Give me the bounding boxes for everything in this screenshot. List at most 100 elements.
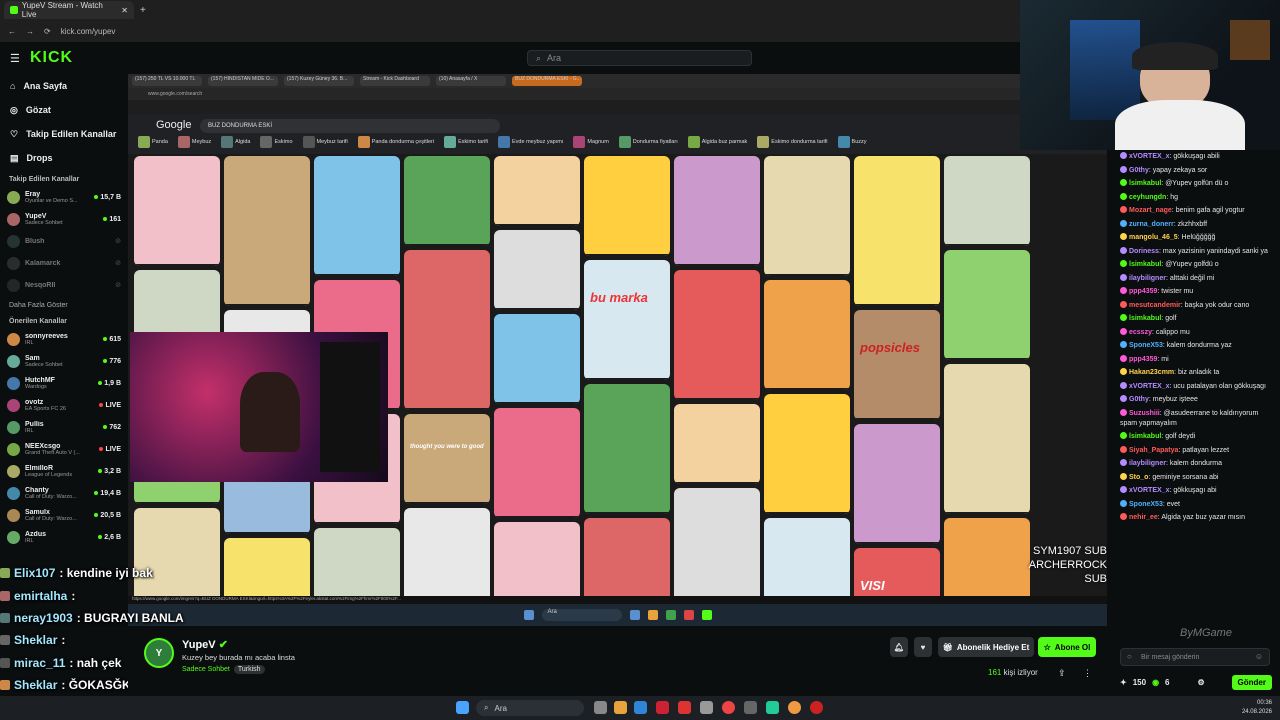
taskbar-search[interactable]: ⌕ Ara	[476, 700, 584, 716]
reload-icon[interactable]: ⟳	[44, 27, 51, 36]
image-result[interactable]	[764, 156, 850, 276]
task-view-icon[interactable]	[594, 701, 607, 714]
forward-icon[interactable]: →	[26, 27, 34, 36]
app-icon[interactable]	[678, 701, 691, 714]
new-tab-icon[interactable]: +	[140, 5, 146, 16]
address-bar[interactable]: kick.com/yupev	[61, 27, 116, 36]
more-icon[interactable]: ⋮	[1083, 668, 1092, 679]
back-icon[interactable]: ←	[8, 27, 16, 36]
chat-username[interactable]: xVORTEX_x	[1129, 153, 1169, 160]
notification-bell-icon[interactable]: 🔔︎	[890, 637, 908, 657]
browser-tab[interactable]: YupeV Stream - Watch Live ✕	[4, 1, 134, 19]
menu-icon[interactable]: ☰	[10, 52, 20, 65]
close-tab-icon[interactable]: ✕	[121, 6, 128, 15]
streamer-avatar[interactable]: Y	[144, 638, 174, 668]
sidebar-channel[interactable]: Chanty Call of Duty: Warzo... 19,4 B	[0, 482, 128, 504]
category-link[interactable]: Sadece Sohbet	[182, 666, 230, 673]
gift-subscription-button[interactable]: 🎁︎ Abonelik Hediye Et	[938, 637, 1034, 657]
chat-settings-gear-icon[interactable]: ⚙	[1198, 678, 1205, 687]
image-result[interactable]	[674, 156, 760, 266]
app-icon[interactable]	[810, 701, 823, 714]
emoji-icon[interactable]: ☺	[1255, 652, 1263, 661]
chat-username[interactable]: mangolu_46_5	[1129, 234, 1178, 241]
chat-username[interactable]: zurna_donerr	[1129, 221, 1174, 228]
chat-username[interactable]: lsimkabul	[1129, 315, 1161, 322]
chat-username[interactable]: nehir_ee	[1129, 514, 1158, 521]
sidebar-channel[interactable]: ovotz EA Sports FC 26 LIVE	[0, 394, 128, 416]
chat-username[interactable]: ppp4359	[1129, 288, 1157, 295]
image-result[interactable]	[764, 280, 850, 390]
chat-settings-icon[interactable]: ○	[1127, 652, 1132, 661]
chat-username[interactable]: ceyhungdn	[1129, 194, 1166, 201]
sidebar-channel[interactable]: HutchMF Wardogs 1,9 B	[0, 372, 128, 394]
chat-username[interactable]: Sto_o	[1129, 474, 1148, 481]
image-result[interactable]	[764, 518, 850, 596]
chat-username[interactable]: lsimkabul	[1129, 261, 1161, 268]
image-result[interactable]	[944, 250, 1030, 360]
image-result[interactable]	[494, 522, 580, 596]
app-icon[interactable]	[700, 701, 713, 714]
chrome-icon[interactable]	[788, 701, 801, 714]
chat-username[interactable]: xVORTEX_x	[1129, 383, 1169, 390]
search-input[interactable]: ⌕ Ara	[527, 50, 752, 66]
chat-input[interactable]: ○ Bir mesaj gönderin ☺	[1120, 648, 1270, 666]
taskbar-clock[interactable]: 00:36 24.08.2026	[1242, 699, 1272, 717]
edge-icon[interactable]	[634, 701, 647, 714]
image-result[interactable]	[854, 424, 940, 544]
sidebar-channel[interactable]: NEEXcsgo Grand Theft Auto V (... LIVE	[0, 438, 128, 460]
follow-heart-icon[interactable]: ♥	[914, 637, 932, 657]
chat-username[interactable]: lsimkabul	[1129, 180, 1161, 187]
image-result[interactable]	[674, 270, 760, 400]
image-result[interactable]	[224, 538, 310, 596]
image-result[interactable]	[494, 230, 580, 310]
image-result[interactable]	[404, 508, 490, 596]
image-result[interactable]	[944, 364, 1030, 514]
image-result[interactable]	[944, 156, 1030, 246]
image-result[interactable]	[764, 394, 850, 514]
nav-drops[interactable]: ▤ Drops	[0, 146, 128, 170]
sidebar-channel[interactable]: YupeV Sadece Sohbet 161	[0, 208, 128, 230]
sidebar-channel[interactable]: Sam Sadece Sohbet 776	[0, 350, 128, 372]
send-button[interactable]: Gönder	[1231, 674, 1272, 690]
chat-username[interactable]: ilaybiligner	[1129, 460, 1166, 467]
app-icon[interactable]	[766, 701, 779, 714]
image-result[interactable]	[134, 508, 220, 596]
image-result[interactable]	[404, 156, 490, 246]
app-icon[interactable]	[744, 701, 757, 714]
image-result[interactable]	[314, 156, 400, 276]
chat-username[interactable]: Suzushiii	[1129, 410, 1160, 417]
chat-username[interactable]: ilaybiligner	[1129, 275, 1166, 282]
video-player[interactable]: (157) 250 TL VS 10.000 TL (157) HİNDİSTAN…	[128, 74, 1107, 626]
show-more-link[interactable]: Daha Fazla Göster	[0, 296, 128, 312]
nav-home[interactable]: ⌂ Ana Sayfa	[0, 74, 128, 98]
sidebar-channel[interactable]: Azdus IRL 2,6 B	[0, 526, 128, 548]
image-result[interactable]	[494, 156, 580, 226]
chat-username[interactable]: SponeX53	[1129, 342, 1163, 349]
sidebar-channel[interactable]: Kalamarck ⊘	[0, 252, 128, 274]
nav-browse[interactable]: ◎ Gözat	[0, 98, 128, 122]
chat-username[interactable]: lsimkabul	[1129, 433, 1161, 440]
chat-username[interactable]: ppp4359	[1129, 356, 1157, 363]
chat-username[interactable]: Doriness	[1129, 248, 1159, 255]
chat-username[interactable]: Hakan23cmm	[1129, 369, 1174, 376]
streamer-name[interactable]: YupeV ✔	[182, 638, 228, 651]
image-result[interactable]	[134, 156, 220, 266]
sidebar-channel[interactable]: sonnyreeves IRL 615	[0, 328, 128, 350]
chat-username[interactable]: xVORTEX_x	[1129, 487, 1169, 494]
sidebar-channel[interactable]: Eray Oyunlar ve Demo S... 15,7 B	[0, 186, 128, 208]
image-result[interactable]	[674, 404, 760, 484]
chat-username[interactable]: mesutcandemir	[1129, 302, 1181, 309]
image-result[interactable]	[674, 488, 760, 596]
chat-username[interactable]: G0thy	[1129, 167, 1149, 174]
image-result[interactable]	[584, 156, 670, 256]
image-result[interactable]	[584, 384, 670, 514]
chat-username[interactable]: ecsszy	[1129, 329, 1152, 336]
image-result[interactable]	[494, 314, 580, 404]
sidebar-channel[interactable]: Blush ⊘	[0, 230, 128, 252]
chat-username[interactable]: Mozart_nage	[1129, 207, 1172, 214]
sidebar-channel[interactable]: Pullis IRL 762	[0, 416, 128, 438]
image-result[interactable]	[404, 250, 490, 410]
image-result[interactable]	[314, 528, 400, 596]
app-icon[interactable]	[656, 701, 669, 714]
image-result[interactable]	[584, 260, 670, 380]
